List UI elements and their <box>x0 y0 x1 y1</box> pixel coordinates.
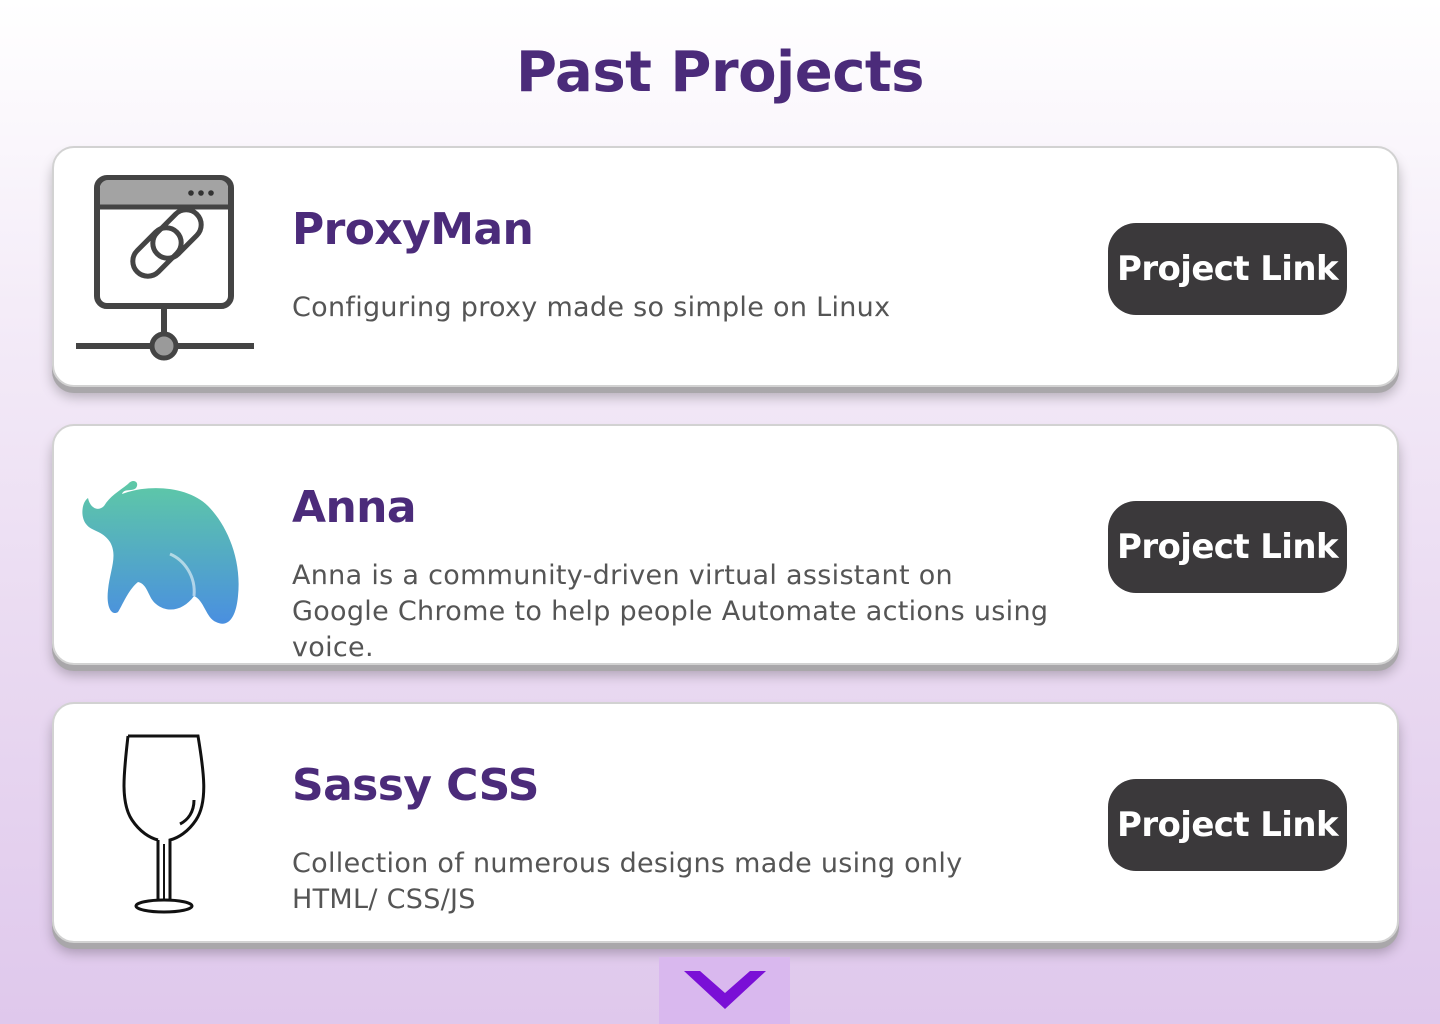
project-description: Anna is a community-driven virtual assis… <box>292 560 1049 663</box>
project-link-button[interactable]: Project Link <box>1108 501 1347 593</box>
project-card-sassy-css: Sassy CSS Collection of numerous designs… <box>52 702 1399 943</box>
project-title: Sassy CSS <box>292 760 539 811</box>
project-title: ProxyMan <box>292 204 534 255</box>
project-link-button[interactable]: Project Link <box>1108 223 1347 315</box>
network-link-icon <box>74 174 256 370</box>
project-card-anna: Anna Anna is a community-driven virtual … <box>52 424 1399 665</box>
project-link-button[interactable]: Project Link <box>1108 779 1347 871</box>
page-title: Past Projects <box>515 40 925 105</box>
chevron-down-icon <box>682 969 768 1015</box>
wine-glass-icon <box>116 732 212 920</box>
project-title: Anna <box>292 482 417 533</box>
project-description: Collection of numerous designs made usin… <box>292 848 963 915</box>
project-description: Configuring proxy made so simple on Linu… <box>292 292 891 323</box>
project-card-proxyman: ProxyMan Configuring proxy made so simpl… <box>52 146 1399 387</box>
scroll-down-button[interactable] <box>659 957 790 1024</box>
elephant-icon <box>78 478 242 632</box>
